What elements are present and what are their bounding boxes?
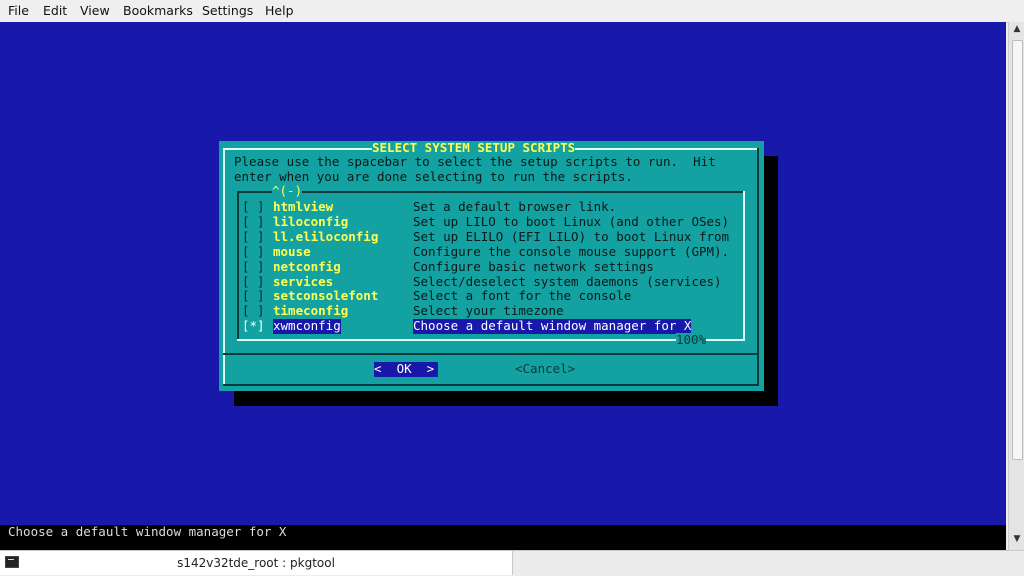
item-checkbox[interactable]: [ ] xyxy=(242,259,265,275)
menu-settings[interactable]: Settings xyxy=(202,3,253,18)
dialog-border-bottom xyxy=(223,384,759,386)
listbox-border-right xyxy=(743,191,745,341)
status-text: Choose a default window manager for X xyxy=(8,524,287,539)
item-description: Choose a default window manager for X xyxy=(413,318,692,334)
item-description: Set up ELILO (EFI LILO) to boot Linux fr… xyxy=(413,229,730,244)
item-name: mouse xyxy=(273,244,311,259)
taskbar-window-title: s142v32tde_root : pkgtool xyxy=(177,556,335,570)
list-item[interactable]: [ ] setconsolefont Select a font for the… xyxy=(242,288,742,304)
list-item[interactable]: [ ] netconfig Configure basic network se… xyxy=(242,259,742,275)
item-checkbox[interactable]: [ ] xyxy=(242,214,265,230)
item-checkbox[interactable]: [ ] xyxy=(242,199,265,215)
menu-bar: File Edit View Bookmarks Settings Help xyxy=(0,0,1024,23)
item-description: Set up LILO to boot Linux (and other OSe… xyxy=(413,214,730,229)
scroll-up-icon[interactable]: ▲ xyxy=(1009,24,1024,38)
menu-view[interactable]: View xyxy=(80,3,110,18)
item-description: Set a default browser link. xyxy=(413,199,617,214)
ok-button[interactable]: < OK > xyxy=(374,361,438,377)
list-item[interactable]: [ ] ll.eliloconfig Set up ELILO (EFI LIL… xyxy=(242,229,742,245)
scroll-thumb[interactable] xyxy=(1012,40,1023,460)
item-description: Configure basic network settings xyxy=(413,259,654,274)
dialog-border-right xyxy=(757,148,759,386)
item-checkbox[interactable]: [ ] xyxy=(242,303,265,319)
menu-edit[interactable]: Edit xyxy=(43,3,67,18)
item-description: Select a font for the console xyxy=(413,288,632,303)
list-item[interactable]: [ ] timeconfig Select your timezone xyxy=(242,303,742,319)
item-name: timeconfig xyxy=(273,303,349,318)
terminal-scrollbar[interactable]: ▲ ▼ xyxy=(1008,22,1024,550)
dialog-instructions-line1: Please use the spacebar to select the se… xyxy=(234,154,716,169)
item-name: htmlview xyxy=(273,199,334,214)
menu-bookmarks[interactable]: Bookmarks xyxy=(123,3,193,18)
list-item-selected[interactable]: [*] xwmconfig Choose a default window ma… xyxy=(242,318,742,334)
taskbar: s142v32tde_root : pkgtool xyxy=(0,550,1024,576)
item-checkbox[interactable]: [ ] xyxy=(242,229,265,245)
item-name: ll.eliloconfig xyxy=(273,229,379,244)
item-checkbox[interactable]: [ ] xyxy=(242,244,265,260)
list-item[interactable]: [ ] liloconfig Set up LILO to boot Linux… xyxy=(242,214,742,230)
cancel-button[interactable]: <Cancel> xyxy=(515,361,575,377)
item-name: liloconfig xyxy=(273,214,349,229)
dialog-separator xyxy=(223,353,759,355)
status-line: Choose a default window manager for X xyxy=(0,524,1006,550)
menu-file[interactable]: File xyxy=(8,3,29,18)
item-checkbox[interactable]: [*] xyxy=(242,318,265,334)
item-name: setconsolefont xyxy=(273,288,379,303)
item-name: xwmconfig xyxy=(273,318,341,334)
list-percent-indicator: 100% xyxy=(676,332,707,348)
item-description: Select your timezone xyxy=(413,303,564,318)
taskbar-window-item[interactable]: s142v32tde_root : pkgtool xyxy=(0,551,513,575)
menu-help[interactable]: Help xyxy=(265,3,294,18)
item-name: netconfig xyxy=(273,259,341,274)
list-item[interactable]: [ ] mouse Configure the console mouse su… xyxy=(242,244,742,260)
item-description: Configure the console mouse support (GPM… xyxy=(413,244,730,259)
dialog-border-left xyxy=(223,148,225,386)
list-item[interactable]: [ ] htmlview Set a default browser link. xyxy=(242,199,742,215)
scroll-down-icon[interactable]: ▼ xyxy=(1009,534,1024,548)
item-checkbox[interactable]: [ ] xyxy=(242,288,265,304)
